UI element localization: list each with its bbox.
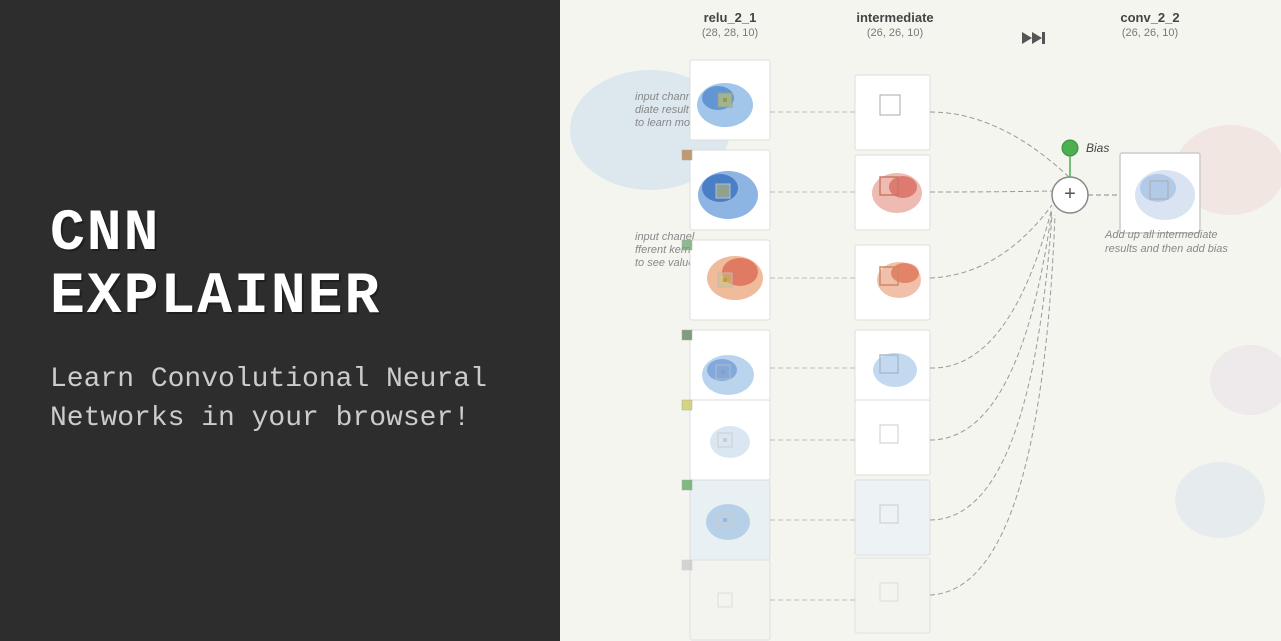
intermediate-feature-map-7[interactable]: [855, 558, 930, 633]
intermediate-feature-map-1[interactable]: [855, 75, 930, 150]
intermediate-result-annotation: diate result: [635, 104, 690, 116]
relu-layer-dims: (28, 28, 10): [702, 27, 758, 39]
relu-feature-map-3[interactable]: [682, 240, 770, 320]
app-title: CNN Explainer: [50, 203, 510, 331]
intermediate-feature-map-6[interactable]: [855, 480, 930, 555]
conv-output-feature-map[interactable]: [1120, 153, 1200, 233]
relu-feature-map-4[interactable]: [682, 330, 770, 410]
intermediate-feature-map-4[interactable]: [855, 330, 930, 405]
app-subtitle: Learn Convolutional Neural Networks in y…: [50, 360, 510, 438]
bias-label: Bias: [1086, 141, 1109, 155]
conv-layer-dims: (26, 26, 10): [1122, 27, 1178, 39]
add-up-annotation-2: results and then add bias: [1105, 243, 1228, 255]
svg-text:+: +: [1064, 183, 1076, 205]
conv-layer-label: conv_2_2: [1120, 10, 1179, 25]
right-panel: relu_2_1 (28, 28, 10) intermediate (26, …: [560, 0, 1281, 641]
relu-feature-map-7[interactable]: [682, 560, 770, 640]
add-up-annotation-1: Add up all intermediate: [1104, 229, 1218, 241]
intermediate-layer-dims: (26, 26, 10): [867, 27, 923, 39]
bias-node: [1062, 140, 1078, 156]
relu-feature-map-2[interactable]: [682, 150, 770, 230]
intermediate-layer-label: intermediate: [856, 10, 933, 25]
network-visualization: relu_2_1 (28, 28, 10) intermediate (26, …: [560, 0, 1281, 641]
left-panel: CNN Explainer Learn Convolutional Neural…: [0, 0, 560, 641]
relu-layer-label: relu_2_1: [704, 10, 757, 25]
relu-feature-map-6[interactable]: [682, 480, 770, 560]
intermediate-feature-map-2[interactable]: [855, 155, 930, 230]
see-value-annotation: to see value!: [635, 257, 697, 269]
fast-forward-icon[interactable]: [1022, 32, 1045, 44]
intermediate-feature-map-3[interactable]: [855, 245, 930, 320]
relu-feature-map-5[interactable]: [682, 400, 770, 480]
intermediate-feature-map-5[interactable]: [855, 400, 930, 475]
relu-feature-map-1[interactable]: [690, 60, 770, 140]
